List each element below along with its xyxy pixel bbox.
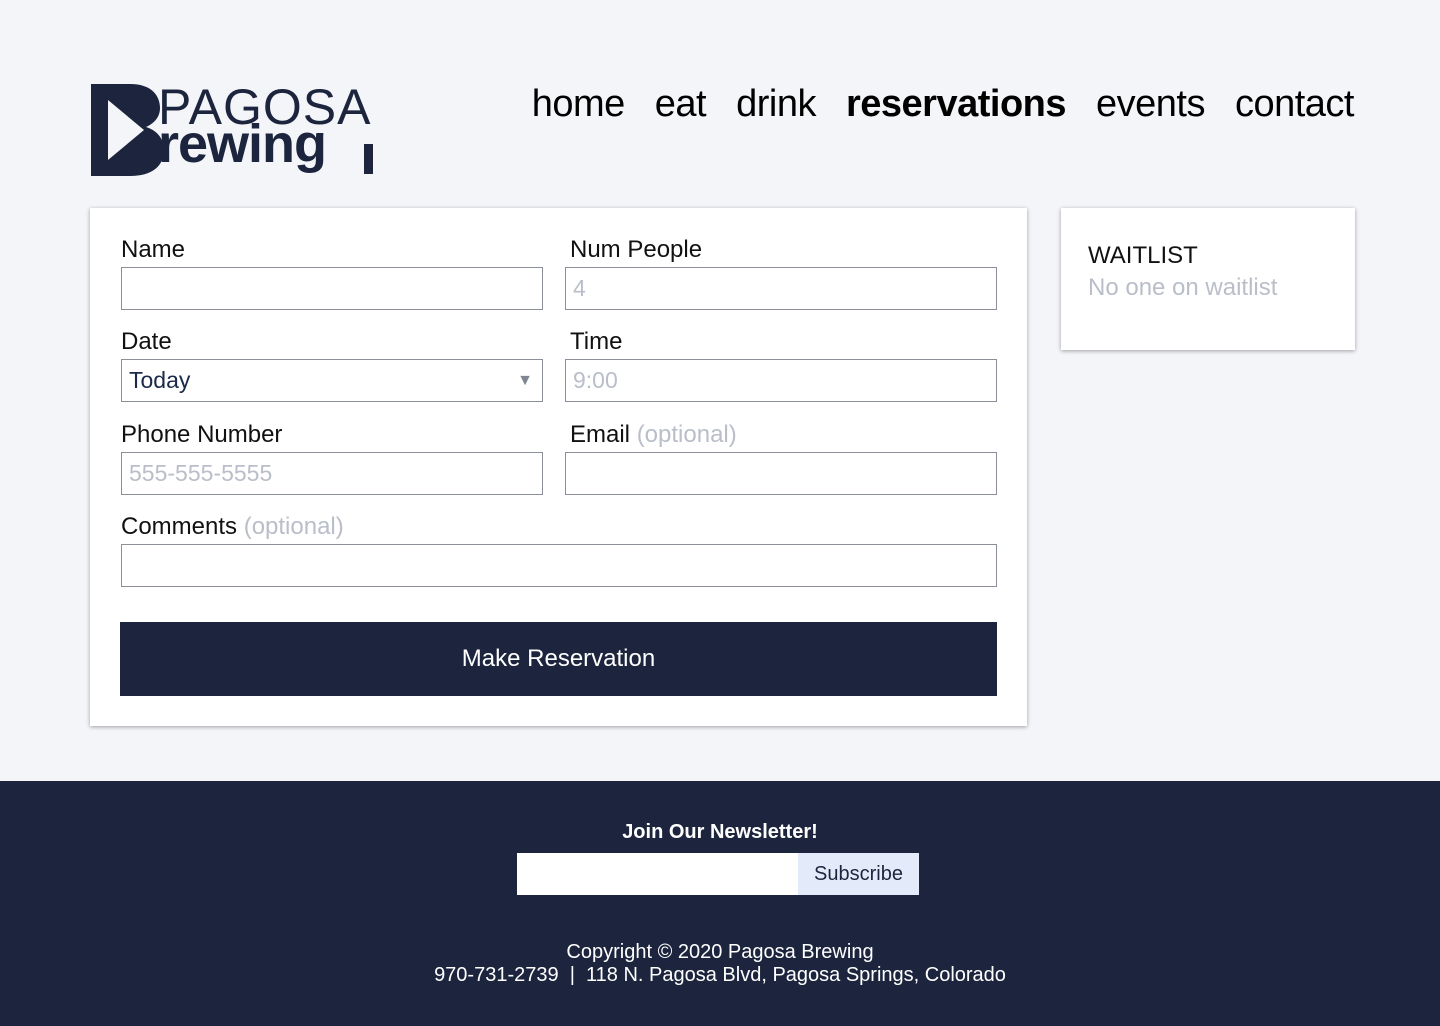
- contact-address: 970-731-2739 | 118 N. Pagosa Blvd, Pagos…: [0, 964, 1440, 987]
- nav-home[interactable]: home: [532, 82, 626, 126]
- waitlist-empty-text: No one on waitlist: [1088, 274, 1278, 301]
- site-footer: Join Our Newsletter! Subscribe Copyright…: [0, 781, 1440, 1026]
- logo-mark: PAGOSA rewing: [91, 82, 373, 176]
- phone-input[interactable]: [121, 452, 543, 495]
- name-label: Name: [121, 236, 186, 263]
- phone-label: Phone Number: [121, 421, 283, 448]
- waitlist-title: WAITLIST: [1088, 242, 1198, 269]
- name-input[interactable]: [121, 267, 543, 310]
- email-input[interactable]: [565, 452, 997, 495]
- comments-optional-hint: (optional): [243, 513, 344, 540]
- date-select[interactable]: Today ▼: [121, 359, 543, 402]
- caret-down-icon: ▼: [517, 372, 533, 389]
- newsletter-email-input[interactable]: [517, 853, 798, 895]
- logo-text-bottom: rewing: [158, 114, 326, 174]
- reservation-form-card: Name Num People Date Today ▼ Time Phone …: [90, 208, 1027, 726]
- comments-label: Comments (optional): [121, 513, 344, 541]
- nav-eat[interactable]: eat: [655, 82, 707, 126]
- pagosa-brewing-logo[interactable]: PAGOSA rewing: [90, 82, 374, 176]
- time-input[interactable]: [565, 359, 997, 402]
- email-label: Email (optional): [570, 421, 737, 449]
- email-label-text: Email: [570, 421, 631, 448]
- main-nav: home eat drink reservations events conta…: [532, 82, 1355, 126]
- newsletter-form: Subscribe: [517, 853, 919, 895]
- comments-label-text: Comments: [121, 513, 238, 540]
- comments-input[interactable]: [121, 544, 997, 587]
- newsletter-title: Join Our Newsletter!: [622, 821, 818, 843]
- num-people-input[interactable]: [565, 267, 997, 310]
- contact-address-text: 970-731-2739 | 118 N. Pagosa Blvd, Pagos…: [434, 964, 1006, 986]
- make-reservation-button[interactable]: Make Reservation: [120, 622, 997, 696]
- date-label: Date: [121, 328, 172, 355]
- email-optional-hint: (optional): [636, 421, 737, 448]
- num-people-label: Num People: [570, 236, 703, 263]
- nav-drink[interactable]: drink: [736, 82, 816, 126]
- nav-contact[interactable]: contact: [1235, 82, 1355, 126]
- nav-reservations[interactable]: reservations: [846, 82, 1067, 126]
- date-select-value: Today: [129, 367, 191, 393]
- subscribe-button[interactable]: Subscribe: [798, 853, 919, 895]
- time-label: Time: [570, 328, 623, 355]
- copyright-text: Copyright © 2020 Pagosa Brewing: [566, 941, 874, 963]
- waitlist-card: WAITLIST No one on waitlist: [1061, 208, 1355, 350]
- nav-events[interactable]: events: [1096, 82, 1205, 126]
